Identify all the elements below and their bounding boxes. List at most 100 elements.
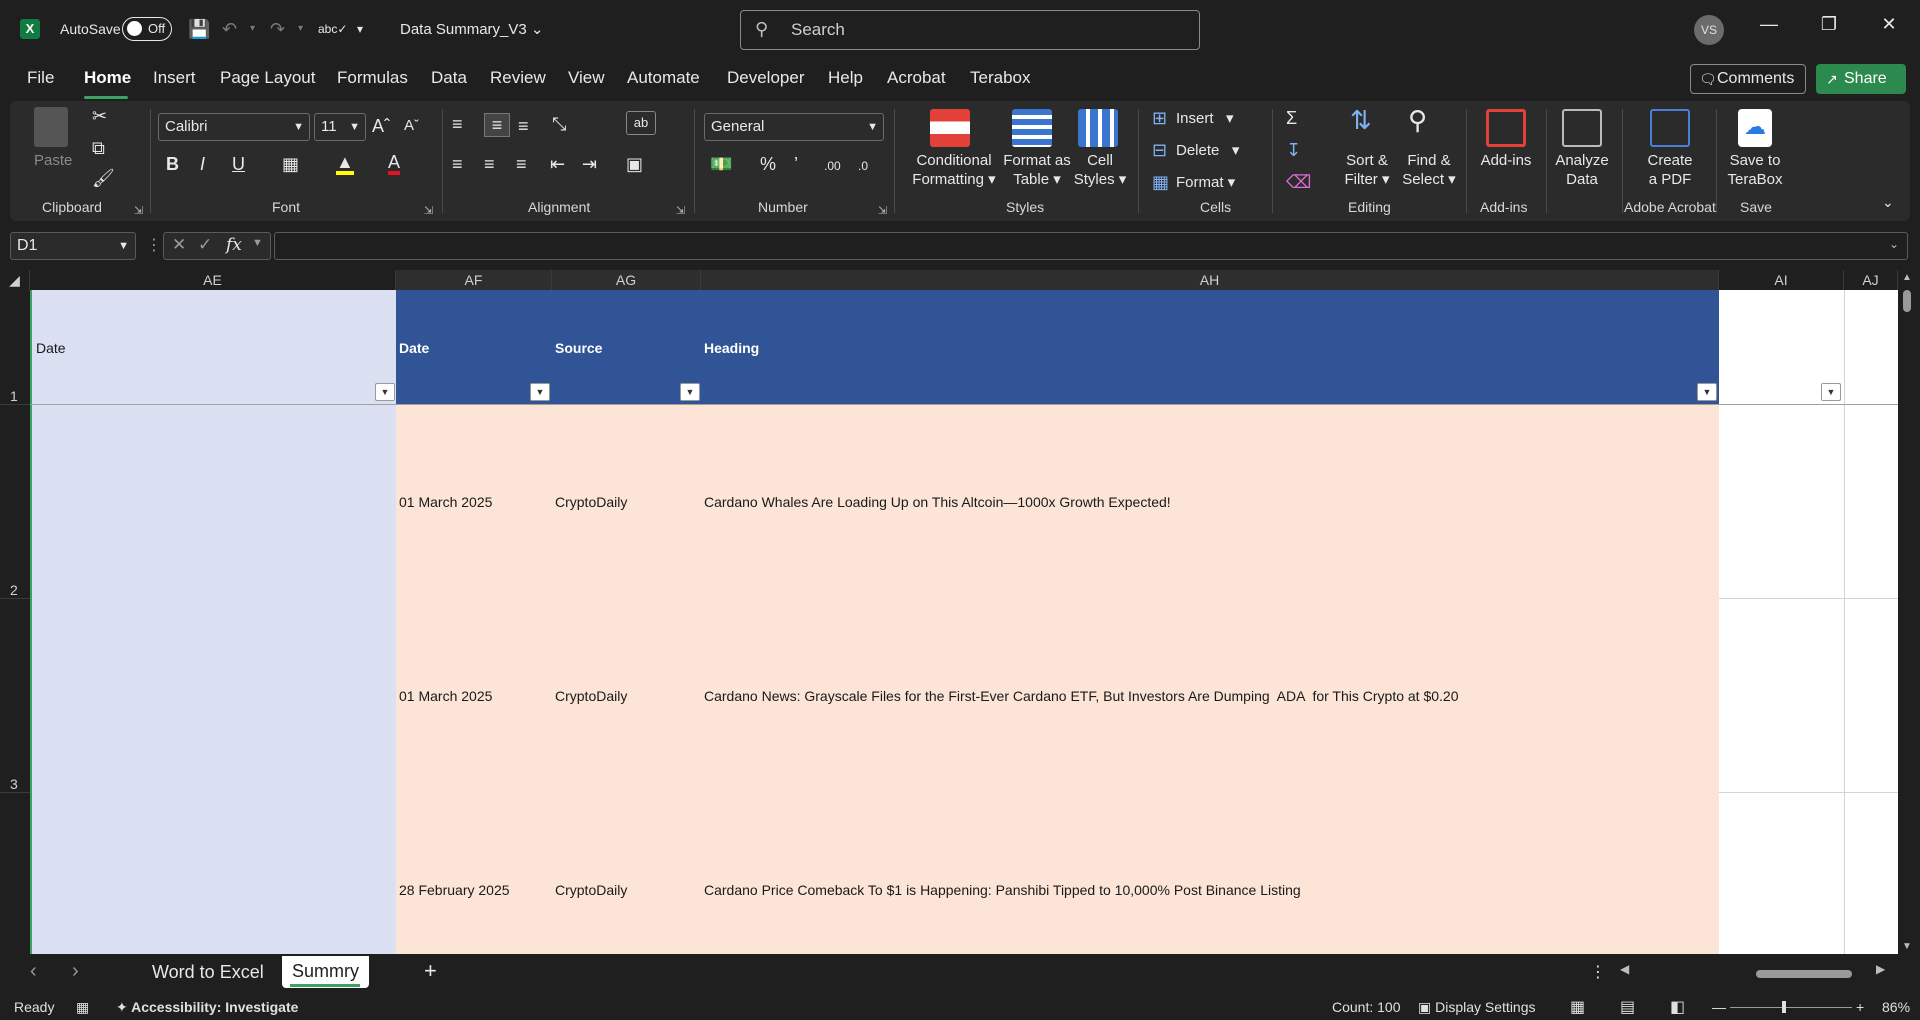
italic-icon[interactable]: I [200,153,205,175]
tab-automate[interactable]: Automate [627,68,700,88]
add-ins-label[interactable]: Add-ins [1474,151,1538,170]
cell-af2[interactable]: 01 March 2025 [399,494,492,510]
font-launcher-icon[interactable]: ⇲ [424,204,433,217]
tab-acrobat[interactable]: Acrobat [887,68,946,88]
next-sheet-icon[interactable]: › [72,960,79,983]
wrap-text-icon[interactable]: ab [626,111,656,135]
row-header-2[interactable]: 2 [0,405,30,599]
zoom-slider[interactable] [1730,1007,1852,1008]
add-ins-icon[interactable] [1486,109,1526,147]
formula-input[interactable]: ⌄ [274,232,1908,260]
search-input[interactable] [791,19,1171,41]
cancel-icon[interactable]: ✕ [172,235,186,255]
filter-dropdown-ae[interactable]: ▼ [375,383,395,401]
format-cells-label[interactable]: Format ▾ [1176,173,1235,192]
filter-dropdown-af[interactable]: ▼ [530,383,550,401]
increase-indent-icon[interactable]: ⇥ [582,153,597,175]
cell-ah2[interactable]: Cardano Whales Are Loading Up on This Al… [704,494,1171,510]
cell-ah3[interactable]: Cardano News: Grayscale Files for the Fi… [704,688,1459,704]
delete-cells-label[interactable]: Delete ▾ [1176,141,1239,160]
zoom-level[interactable]: 86% [1882,999,1910,1015]
font-name-select[interactable]: Calibri ▼ [158,113,310,141]
column-header-ai[interactable]: AI [1719,270,1844,290]
tab-terabox[interactable]: Terabox [970,68,1030,88]
row-header-4[interactable] [0,793,30,954]
share-button[interactable]: ↗ Share [1816,64,1906,94]
cell-af1[interactable]: Date [399,340,429,356]
search-box[interactable]: ⚲ [740,10,1200,50]
format-as-table-label[interactable]: Format as Table ▾ [1000,151,1074,189]
expand-formula-icon[interactable]: ⌄ [1889,237,1899,251]
tab-view[interactable]: View [568,68,605,88]
cell-af4[interactable]: 28 February 2025 [399,882,510,898]
format-cells-icon[interactable]: ▦ [1152,171,1169,193]
clear-icon[interactable]: ⌫ [1286,171,1311,193]
create-pdf-icon[interactable] [1650,109,1690,147]
sheet-options-icon[interactable]: ⋮ [1590,962,1606,982]
cell-af3[interactable]: 01 March 2025 [399,688,492,704]
scroll-down-icon[interactable]: ▼ [1902,941,1912,952]
sheet-tab-word-to-excel[interactable]: Word to Excel [152,962,264,983]
conditional-formatting-icon[interactable] [930,109,970,147]
tab-formulas[interactable]: Formulas [337,68,408,88]
select-all-corner[interactable]: ◢ [0,270,30,290]
tab-review[interactable]: Review [490,68,546,88]
autosum-icon[interactable]: Σ [1286,107,1297,129]
cell-styles-icon[interactable] [1078,109,1118,147]
spelling-icon[interactable]: abc✓ [318,17,347,41]
column-header-af[interactable]: AF [396,270,552,290]
cell-ah1[interactable]: Heading [704,340,759,356]
insert-cells-icon[interactable]: ⊞ [1152,107,1167,129]
scroll-right-icon[interactable]: ▶ [1876,962,1885,976]
accounting-format-icon[interactable]: 💵 [710,153,732,175]
prev-sheet-icon[interactable]: ‹ [30,960,37,983]
save-icon[interactable]: 💾 [188,17,210,41]
column-header-ag[interactable]: AG [552,270,701,290]
fill-color-icon[interactable]: ▲ [336,153,354,175]
orientation-icon[interactable]: ⤡ [552,113,566,135]
align-left-icon[interactable]: ≡ [452,153,463,175]
column-header-ah[interactable]: AH [701,270,1719,290]
conditional-formatting-label[interactable]: Conditional Formatting ▾ [904,151,1004,189]
tab-page-layout[interactable]: Page Layout [220,68,315,88]
tab-home[interactable]: Home [84,68,131,88]
filter-dropdown-ah[interactable]: ▼ [1697,383,1717,401]
collapse-ribbon-icon[interactable]: ⌄ [1882,191,1894,213]
paste-label[interactable]: Paste [34,151,72,170]
page-break-view-icon[interactable]: ◧ [1670,997,1685,1017]
row-header-1[interactable]: 1 [0,290,30,405]
terabox-icon[interactable]: ☁ [1738,109,1772,147]
insert-cells-label[interactable]: Insert ▾ [1176,109,1234,128]
clipboard-launcher-icon[interactable]: ⇲ [134,204,143,217]
tab-file[interactable]: File [27,68,54,88]
cell-ag1[interactable]: Source [555,340,602,356]
decrease-decimal-icon[interactable]: .0 [858,155,868,177]
align-center-icon[interactable]: ≡ [484,153,495,175]
vertical-scrollbar[interactable]: ▲ ▼ [1898,270,1920,954]
name-box[interactable]: D1 ▼ [10,232,136,260]
bold-icon[interactable]: B [166,153,179,175]
normal-view-icon[interactable]: ▦ [1570,997,1585,1017]
sort-filter-icon[interactable]: ⇅ [1350,107,1372,133]
merge-center-icon[interactable]: ▣ [626,153,643,175]
customize-toolbar-icon[interactable]: ▾ [357,17,363,41]
number-launcher-icon[interactable]: ⇲ [878,204,887,217]
alignment-launcher-icon[interactable]: ⇲ [676,204,685,217]
scroll-left-icon[interactable]: ◀ [1620,962,1629,976]
undo-icon[interactable]: ↶ [222,17,237,41]
zoom-in-icon[interactable]: + [1856,999,1864,1015]
insert-function-icon[interactable]: fx [226,235,242,255]
tab-developer[interactable]: Developer [727,68,805,88]
filter-dropdown-ag[interactable]: ▼ [680,383,700,401]
tab-data[interactable]: Data [431,68,467,88]
align-top-icon[interactable]: ≡ [452,113,463,135]
row-header-3[interactable]: 3 [0,599,30,793]
close-icon[interactable]: ✕ [1874,14,1904,35]
accessibility-status[interactable]: ✦ Accessibility: Investigate [116,999,298,1016]
delete-cells-icon[interactable]: ⊟ [1152,139,1167,161]
cell-ag3[interactable]: CryptoDaily [555,688,627,704]
format-painter-icon[interactable]: 🖌 [92,167,115,189]
minimize-icon[interactable]: — [1754,14,1784,35]
column-header-aj[interactable]: AJ [1844,270,1898,290]
redo-icon[interactable]: ↷ [270,17,285,41]
